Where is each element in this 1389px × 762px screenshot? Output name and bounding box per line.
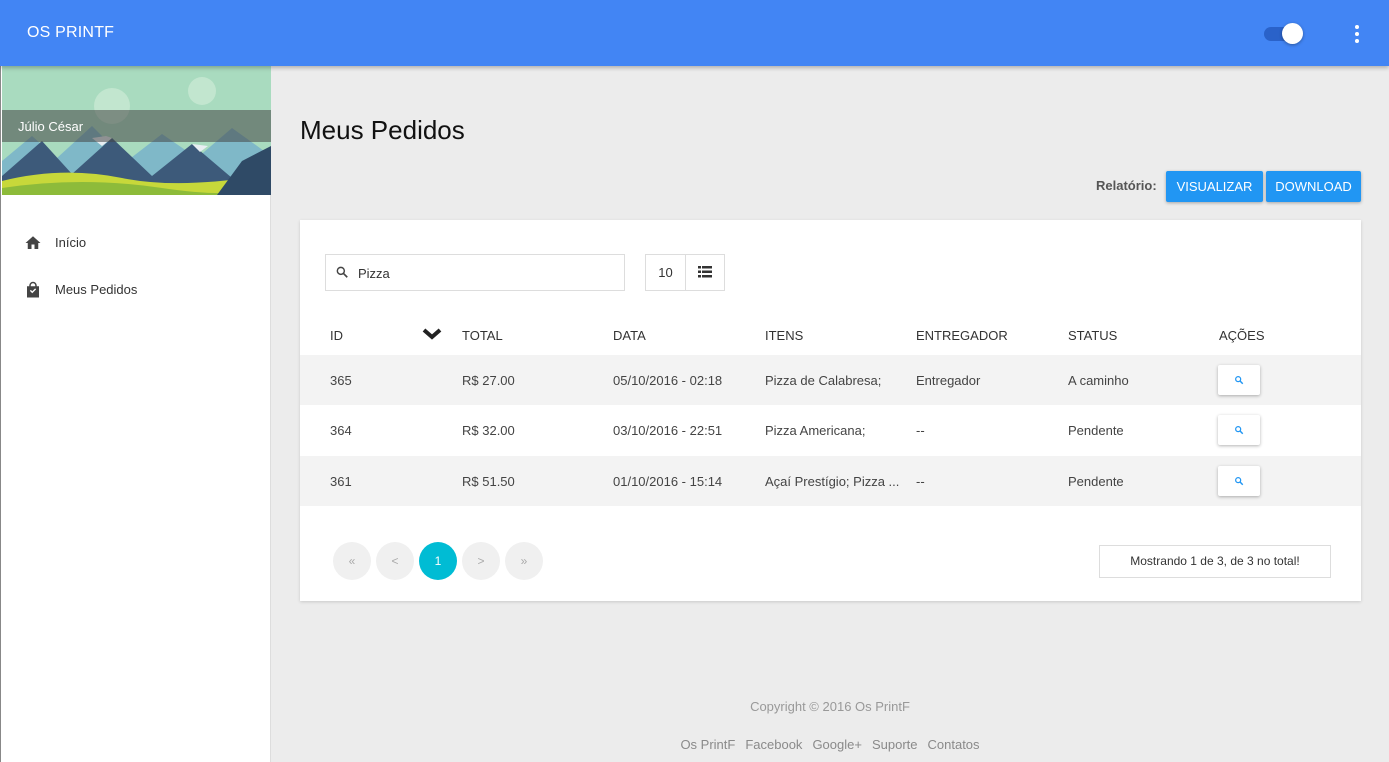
footer-link-osprintf[interactable]: Os PrintF [680,737,735,752]
cell-items: Pizza de Calabresa; [765,373,882,388]
profile-name-bar: Júlio César [2,110,271,142]
cell-items: Pizza Americana; [765,423,866,438]
column-header-total[interactable]: TOTAL [462,328,503,343]
footer-links: Os PrintF Facebook Google+ Suporte Contatos [271,737,1389,752]
column-header-items[interactable]: ITENS [765,328,803,343]
download-report-button[interactable]: DOWNLOAD [1266,171,1361,202]
next-page-button[interactable]: > [462,542,500,580]
report-label: Relatório: [1096,178,1157,193]
view-order-button[interactable] [1218,415,1260,445]
shopping-bag-icon [27,281,39,298]
sidebar: Júlio César Início Meus Pedidos [0,66,271,762]
last-page-button[interactable]: » [505,542,543,580]
user-name: Júlio César [18,119,84,134]
sidebar-item-label: Meus Pedidos [55,282,138,297]
cell-status: A caminho [1068,373,1129,388]
profile-header: Júlio César [2,66,271,195]
cell-id: 365 [330,373,352,388]
more-vert-icon[interactable] [1346,22,1368,46]
orders-table-card: 10 ID TOTAL DATA ITENS ENTREGADOR STATUS… [300,220,1361,601]
column-header-date[interactable]: DATA [613,328,646,343]
cell-id: 364 [330,423,352,438]
cell-date: 03/10/2016 - 22:51 [613,423,723,438]
table-row: 361 R$ 51.50 01/10/2016 - 15:14 Açaí Pre… [300,456,1361,506]
search-input[interactable] [358,263,608,283]
view-order-button[interactable] [1218,365,1260,395]
theme-toggle[interactable] [1264,23,1304,44]
cell-date: 05/10/2016 - 02:18 [613,373,723,388]
page-title: Meus Pedidos [300,115,465,145]
cell-courier: Entregador [916,373,981,388]
column-header-status[interactable]: STATUS [1068,328,1117,343]
table-row: 364 R$ 32.00 03/10/2016 - 22:51 Pizza Am… [300,405,1361,455]
footer-link-suporte[interactable]: Suporte [872,737,918,752]
footer-link-contatos[interactable]: Contatos [928,737,980,752]
view-report-button[interactable]: VISUALIZAR [1166,171,1263,202]
cell-total: R$ 51.50 [462,474,515,489]
cell-courier: -- [916,423,925,438]
column-header-courier[interactable]: ENTREGADOR [916,328,1008,343]
search-icon [336,266,348,278]
toggle-thumb [1282,23,1303,44]
table-row: 365 R$ 27.00 05/10/2016 - 02:18 Pizza de… [300,355,1361,405]
cell-items: Açaí Prestígio; Pizza ... [765,474,900,489]
search-icon [1235,426,1244,435]
cell-status: Pendente [1068,474,1124,489]
showing-count: Mostrando 1 de 3, de 3 no total! [1099,545,1331,578]
search-field[interactable] [325,254,625,291]
sidebar-item-label: Início [55,235,87,250]
column-header-actions: AÇÕES [1219,328,1265,343]
search-icon [1235,477,1244,486]
cell-total: R$ 32.00 [462,423,515,438]
search-icon [1235,376,1244,385]
current-page-button[interactable]: 1 [419,542,457,580]
page-size-select[interactable]: 10 [645,254,686,291]
cell-total: R$ 27.00 [462,373,515,388]
app-bar: OS PRINTF [0,0,1389,66]
list-icon [698,266,712,278]
cell-id: 361 [330,474,352,489]
sidebar-item-inicio[interactable]: Início [2,223,271,263]
column-header-id[interactable]: ID [330,328,343,343]
cell-status: Pendente [1068,423,1124,438]
copyright: Copyright © 2016 Os PrintF [750,699,910,714]
app-title[interactable]: OS PRINTF [27,24,114,42]
home-icon [25,236,41,249]
first-page-button[interactable]: « [333,542,371,580]
prev-page-button[interactable]: < [376,542,414,580]
view-order-button[interactable] [1218,466,1260,496]
columns-toggle-button[interactable] [685,254,725,291]
sort-desc-icon[interactable] [422,326,442,342]
footer-link-facebook[interactable]: Facebook [745,737,802,752]
footer-link-googleplus[interactable]: Google+ [812,737,862,752]
cell-courier: -- [916,474,925,489]
sidebar-item-meus-pedidos[interactable]: Meus Pedidos [2,270,271,310]
cell-date: 01/10/2016 - 15:14 [613,474,723,489]
